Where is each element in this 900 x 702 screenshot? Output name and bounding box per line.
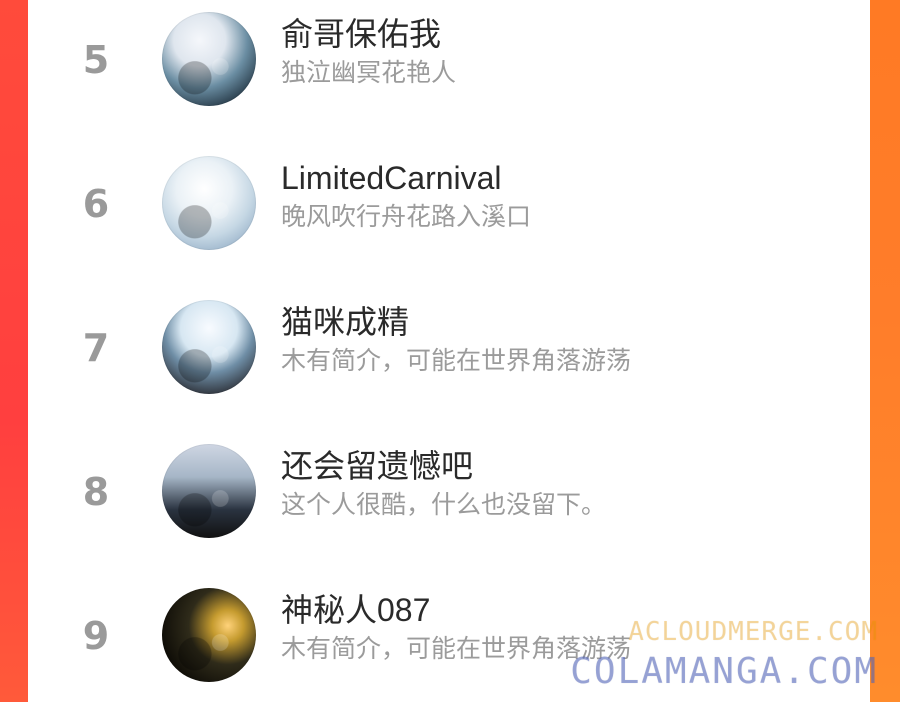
rank-number: 5 xyxy=(82,38,110,82)
avatar[interactable] xyxy=(162,300,256,394)
avatar[interactable] xyxy=(162,588,256,682)
user-name[interactable]: LimitedCarnival xyxy=(281,160,502,196)
user-bio: 木有简介，可能在世界角落游荡 xyxy=(281,346,632,375)
avatar-image-icon xyxy=(162,588,256,682)
leaderboard-row[interactable]: 5 俞哥保佑我 独泣幽冥花艳人 xyxy=(28,0,870,130)
rank-number: 6 xyxy=(82,182,110,226)
user-name[interactable]: 还会留遗憾吧 xyxy=(281,448,473,484)
user-name[interactable]: 神秘人087 xyxy=(281,592,430,628)
avatar-image-icon xyxy=(162,12,256,106)
leaderboard-row[interactable]: 9 神秘人087 木有简介，可能在世界角落游荡 xyxy=(28,576,870,702)
user-bio: 独泣幽冥花艳人 xyxy=(281,58,457,87)
leaderboard-panel: 5 俞哥保佑我 独泣幽冥花艳人 6 LimitedCarnival 晚风吹行舟花… xyxy=(28,0,870,702)
user-name[interactable]: 猫咪成精 xyxy=(281,304,409,340)
avatar[interactable] xyxy=(162,12,256,106)
rank-number: 9 xyxy=(82,614,110,658)
avatar-image-icon xyxy=(162,300,256,394)
avatar[interactable] xyxy=(162,156,256,250)
avatar[interactable] xyxy=(162,444,256,538)
leaderboard-row[interactable]: 6 LimitedCarnival 晚风吹行舟花路入溪口 xyxy=(28,144,870,274)
rank-number: 7 xyxy=(82,326,110,370)
avatar-image-icon xyxy=(162,156,256,250)
left-accent-rail xyxy=(0,0,28,702)
user-bio: 木有简介，可能在世界角落游荡 xyxy=(281,634,632,663)
user-bio: 这个人很酷，什么也没留下。 xyxy=(281,490,607,519)
rank-number: 8 xyxy=(82,470,110,514)
leaderboard-row[interactable]: 8 还会留遗憾吧 这个人很酷，什么也没留下。 xyxy=(28,432,870,562)
leaderboard-row[interactable]: 7 猫咪成精 木有简介，可能在世界角落游荡 xyxy=(28,288,870,418)
right-accent-rail xyxy=(870,0,900,702)
user-bio: 晚风吹行舟花路入溪口 xyxy=(281,202,532,231)
avatar-image-icon xyxy=(162,444,256,538)
user-name[interactable]: 俞哥保佑我 xyxy=(281,16,441,52)
